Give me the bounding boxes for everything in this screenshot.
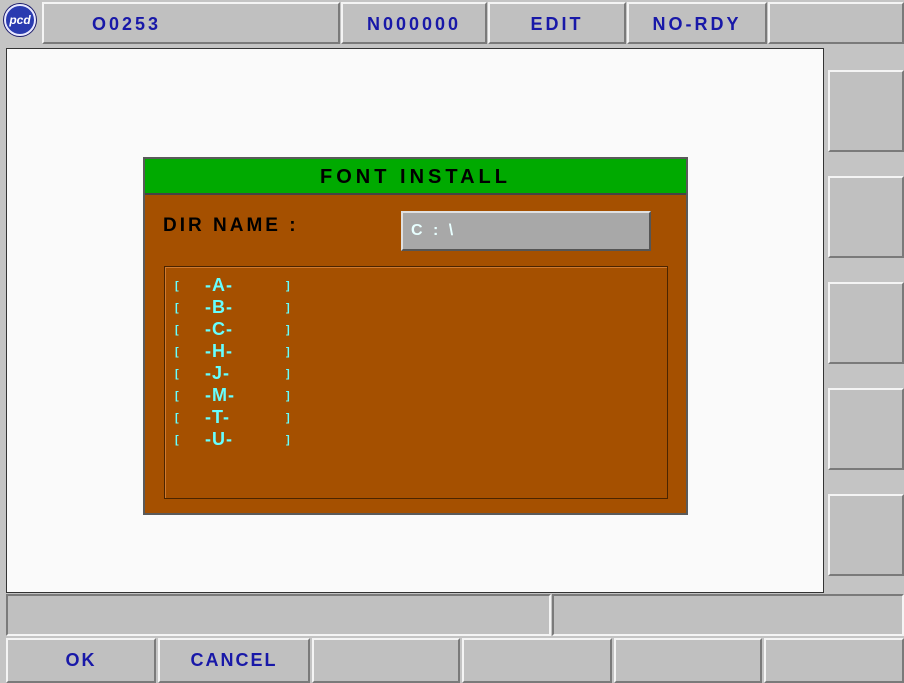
open-bracket: [ (175, 280, 179, 292)
close-bracket: ] (286, 346, 290, 358)
program-number: O0253 (42, 2, 340, 44)
open-bracket: [ (175, 346, 179, 358)
open-bracket: [ (175, 434, 179, 446)
open-bracket: [ (175, 324, 179, 336)
directory-list[interactable]: [ -A- ] [ -B- ] [ -C- ] [ -H- ] [ -J- ] … (164, 266, 668, 499)
close-bracket: ] (286, 302, 290, 314)
open-bracket: [ (175, 302, 179, 314)
open-bracket: [ (175, 368, 179, 380)
side-button-3[interactable] (828, 282, 904, 364)
list-item[interactable]: [ -T- ] (175, 407, 375, 429)
sequence-number: N000000 (341, 2, 487, 44)
list-item[interactable]: [ -U- ] (175, 429, 375, 451)
status-bar-right (552, 594, 904, 636)
directory-name: -H- (205, 341, 233, 361)
open-bracket: [ (175, 390, 179, 402)
side-button-1[interactable] (828, 70, 904, 152)
directory-name: -M- (205, 385, 235, 405)
status-indicator: NO-RDY (627, 2, 767, 44)
mode-indicator: EDIT (488, 2, 626, 44)
directory-name: -J- (205, 363, 230, 383)
close-bracket: ] (286, 434, 290, 446)
list-item[interactable]: [ -A- ] (175, 275, 375, 297)
ok-button[interactable]: OK (6, 638, 156, 683)
softkey-3[interactable] (312, 638, 460, 683)
open-bracket: [ (175, 412, 179, 424)
status-bar-left (6, 594, 551, 636)
directory-name: -A- (205, 275, 233, 295)
side-button-2[interactable] (828, 176, 904, 258)
softkey-6[interactable] (764, 638, 904, 683)
dialog-title: FONT INSTALL (145, 159, 686, 195)
directory-name: -C- (205, 319, 233, 339)
dir-name-input[interactable]: C : \ (401, 211, 651, 251)
list-item[interactable]: [ -C- ] (175, 319, 375, 341)
close-bracket: ] (286, 412, 290, 424)
list-item[interactable]: [ -J- ] (175, 363, 375, 385)
close-bracket: ] (286, 368, 290, 380)
list-item[interactable]: [ -M- ] (175, 385, 375, 407)
cancel-button[interactable]: CANCEL (158, 638, 310, 683)
softkey-4[interactable] (462, 638, 612, 683)
list-item[interactable]: [ -B- ] (175, 297, 375, 319)
side-button-4[interactable] (828, 388, 904, 470)
list-item[interactable]: [ -H- ] (175, 341, 375, 363)
header-extra-cell (768, 2, 904, 44)
close-bracket: ] (286, 324, 290, 336)
font-install-dialog: FONT INSTALL DIR NAME : C : \ [ -A- ] [ … (143, 157, 688, 515)
pcd-logo: pcd (4, 4, 36, 36)
directory-name: -T- (205, 407, 230, 427)
directory-name: -U- (205, 429, 233, 449)
side-button-5[interactable] (828, 494, 904, 576)
directory-name: -B- (205, 297, 233, 317)
softkey-5[interactable] (614, 638, 762, 683)
close-bracket: ] (286, 390, 290, 402)
dir-name-label: DIR NAME : (163, 215, 299, 236)
close-bracket: ] (286, 280, 290, 292)
